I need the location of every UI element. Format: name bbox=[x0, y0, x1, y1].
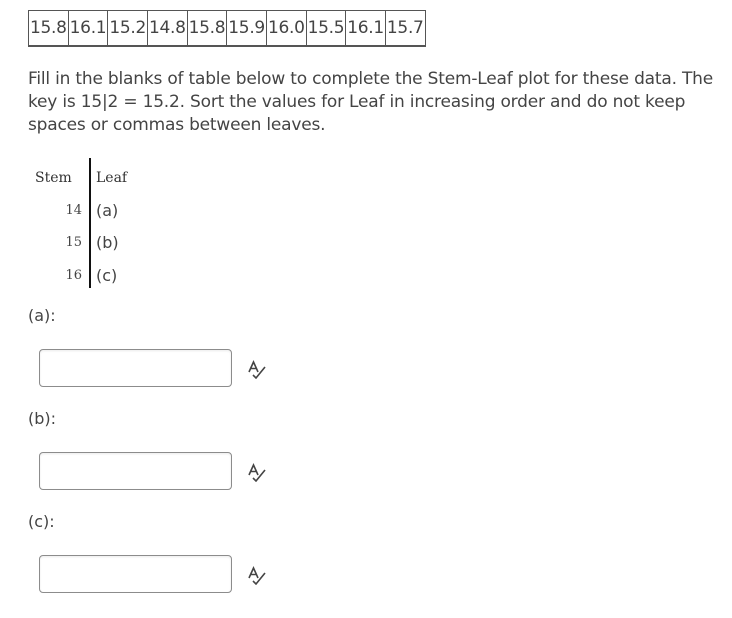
stem-value: 14 bbox=[65, 203, 82, 218]
leaf-placeholder: (c) bbox=[96, 266, 118, 285]
data-value-cell: 15.8 bbox=[28, 10, 69, 46]
data-values-row: 15.8 16.1 15.2 14.8 15.8 15.9 16.0 15.5 … bbox=[27, 9, 427, 47]
leaf-placeholder: (b) bbox=[96, 233, 119, 252]
data-value-cell: 15.5 bbox=[305, 10, 347, 46]
answer-label-c: (c): bbox=[28, 512, 55, 531]
spell-check-icon[interactable] bbox=[247, 359, 267, 379]
answer-input-c[interactable] bbox=[39, 555, 232, 593]
data-value-cell: 15.8 bbox=[186, 10, 228, 46]
data-value-cell: 16.1 bbox=[345, 10, 386, 46]
spell-check-icon[interactable] bbox=[247, 565, 267, 585]
stem-value: 16 bbox=[65, 268, 82, 283]
leaf-placeholder: (a) bbox=[96, 201, 119, 220]
question-instructions: Fill in the blanks of table below to com… bbox=[28, 69, 713, 135]
data-value-cell: 16.0 bbox=[265, 10, 307, 46]
data-values-table: 15.8 16.1 15.2 14.8 15.8 15.9 16.0 15.5 … bbox=[27, 9, 427, 47]
stem-header: Stem bbox=[35, 170, 72, 186]
data-value-cell: 16.1 bbox=[67, 10, 109, 46]
data-value-cell: 15.9 bbox=[226, 10, 267, 46]
answer-input-a[interactable] bbox=[39, 349, 232, 387]
stem-leaf-plot: Stem Leaf 14 (a) 15 (b) 16 (c) bbox=[30, 158, 160, 288]
stem-value: 15 bbox=[65, 235, 82, 250]
leaf-header: Leaf bbox=[96, 170, 128, 186]
answer-label-b: (b): bbox=[28, 409, 57, 428]
data-value-cell: 15.7 bbox=[384, 10, 426, 46]
spell-check-icon[interactable] bbox=[247, 462, 267, 482]
stem-leaf-divider bbox=[89, 158, 91, 288]
data-value-cell: 14.8 bbox=[146, 10, 188, 46]
answer-label-a: (a): bbox=[28, 306, 56, 325]
data-value-cell: 15.2 bbox=[107, 10, 148, 46]
answer-input-b[interactable] bbox=[39, 452, 232, 490]
